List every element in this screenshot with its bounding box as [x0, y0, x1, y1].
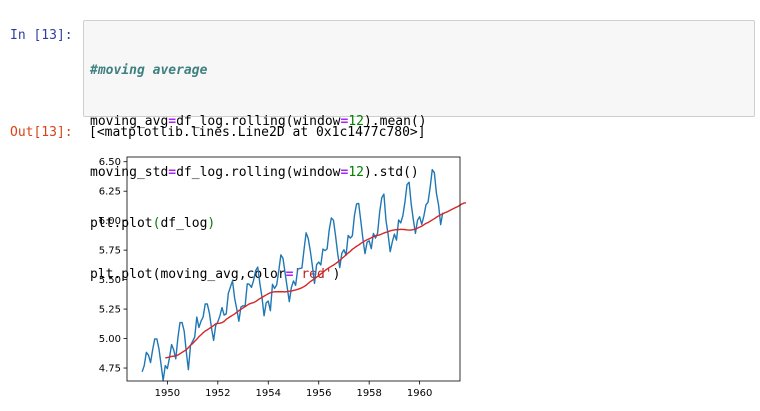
y-tick-label: 5.75 [99, 246, 121, 257]
code-comment: #moving average [90, 63, 208, 78]
y-tick-label: 5.25 [99, 305, 121, 316]
x-tick-label: 1960 [407, 388, 432, 399]
code-input-area[interactable]: #moving average moving_avg=df_log.rollin… [83, 20, 755, 282]
series-layer [141, 168, 467, 382]
x-tick-label: 1950 [155, 388, 180, 399]
x-tick-label: 1956 [306, 388, 331, 399]
code-line-1: #moving average [90, 62, 427, 79]
x-tick-label: 1952 [205, 388, 230, 399]
x-tick-label: 1958 [356, 388, 381, 399]
series-line-moving-avg [165, 202, 467, 359]
output-prompt: Out[13]: [10, 125, 73, 140]
tick-layer: 1950 1952 1954 1956 1958 1960 4.75 5.00 5.25 5.50… [99, 157, 433, 399]
y-tick-label: 6.50 [99, 157, 121, 168]
y-tick-label: 6.00 [99, 216, 121, 227]
x-tick-label: 1954 [256, 388, 281, 399]
y-tick-label: 5.00 [99, 334, 121, 345]
y-tick-label: 4.75 [99, 364, 121, 375]
y-tick-label: 5.50 [99, 275, 121, 286]
output-text: [<matplotlib.lines.Line2D at 0x1c1477c78… [89, 125, 426, 140]
input-prompt: In [13]: [10, 28, 73, 43]
line-chart: 1950 1952 1954 1956 1958 1960 4.75 5.00 5.25 5.50… [99, 156, 467, 399]
y-tick-label: 6.25 [99, 187, 121, 198]
